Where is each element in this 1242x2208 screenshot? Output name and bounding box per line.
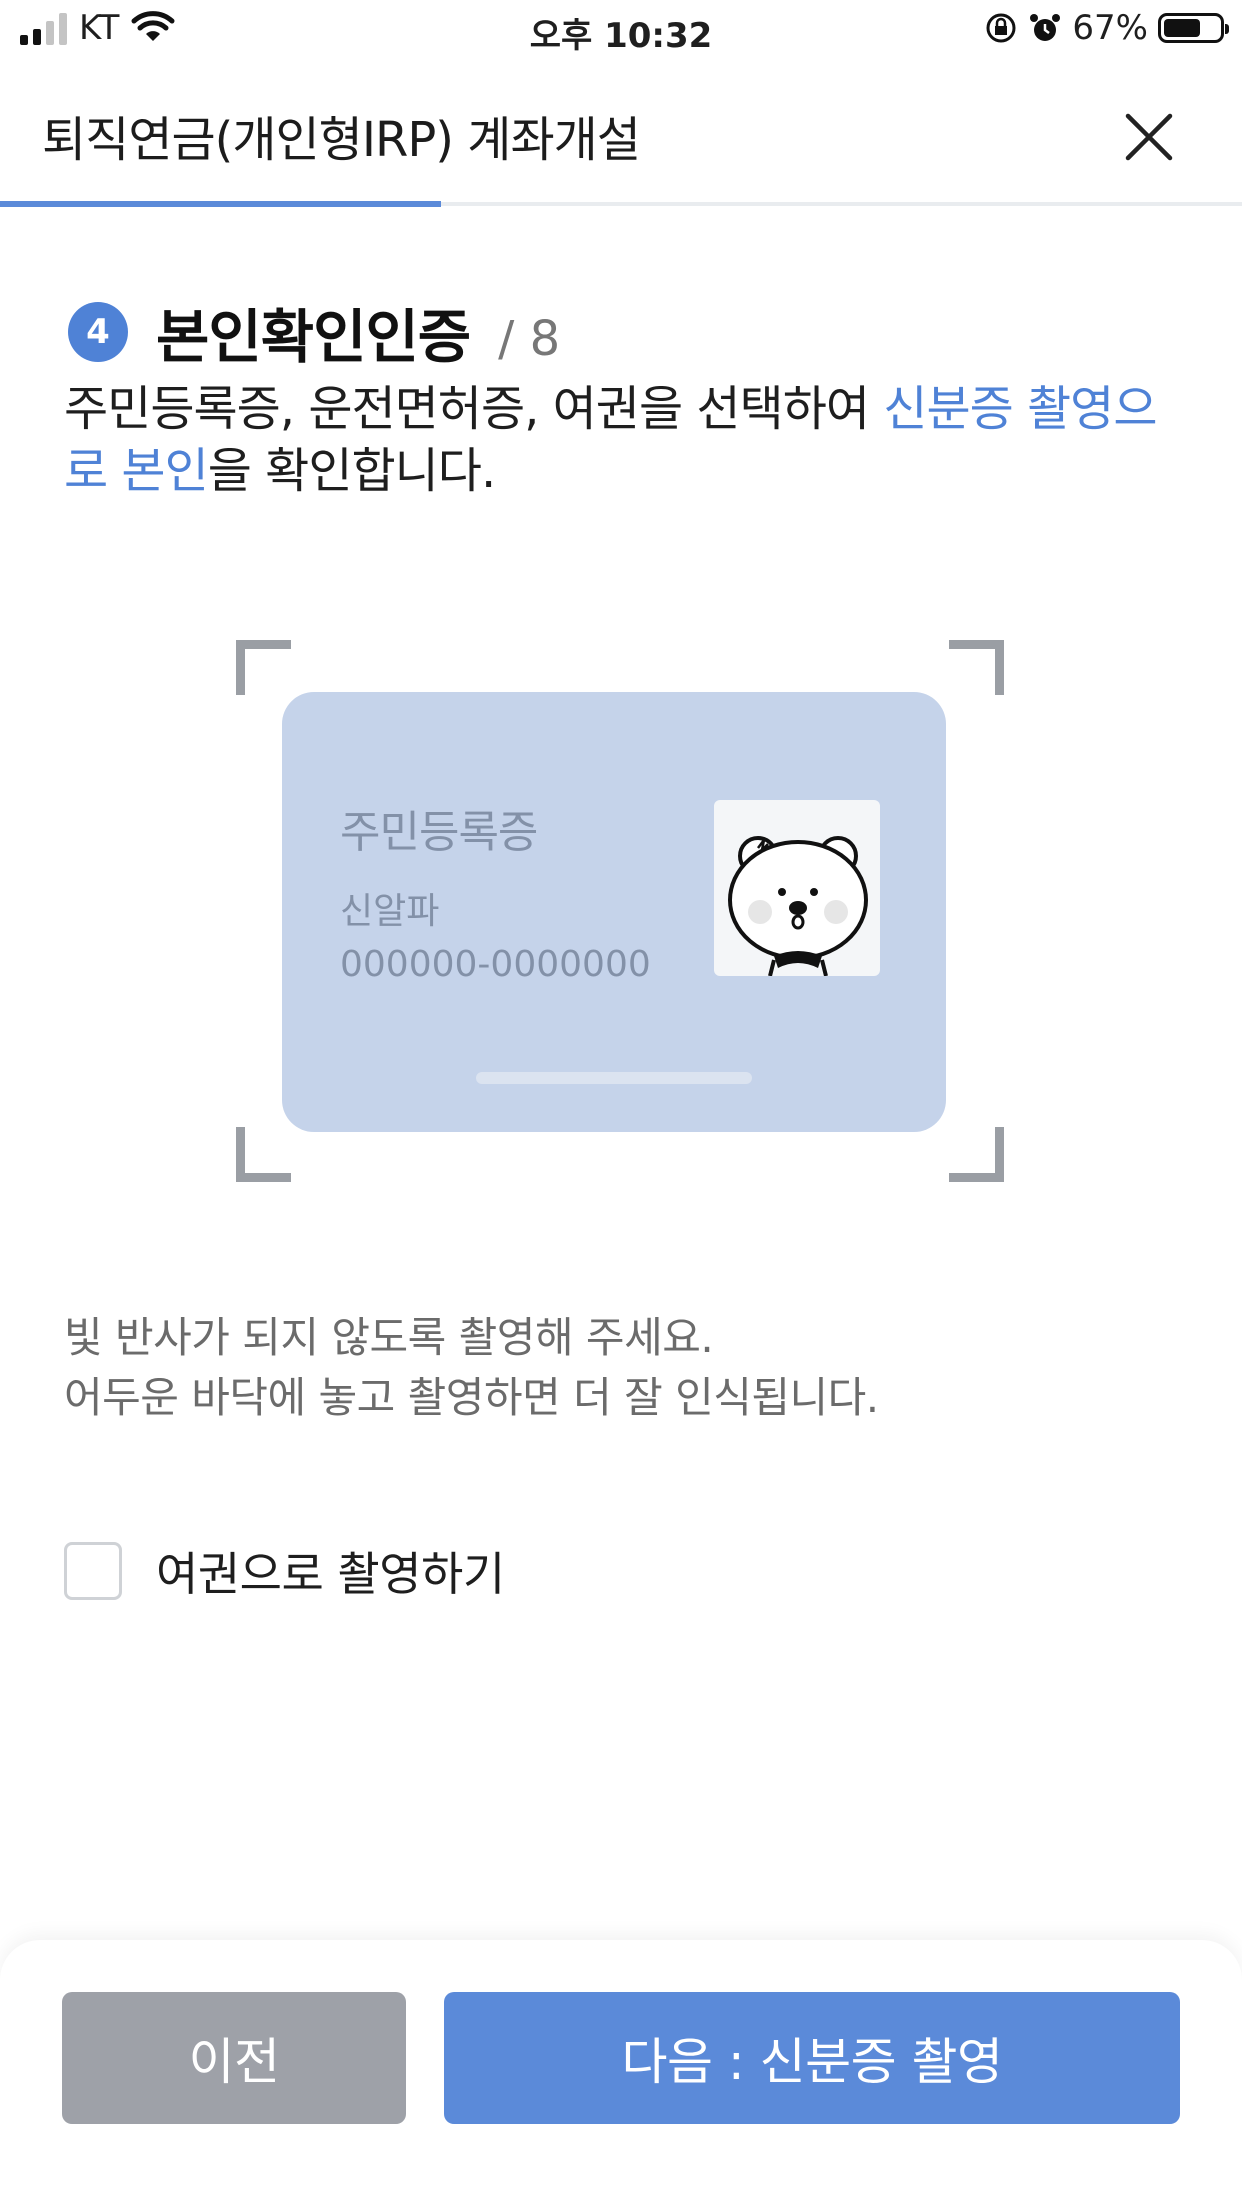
page-title: 퇴직연금(개인형IRP) 계좌개설 <box>42 112 641 168</box>
step-total: / 8 <box>498 311 561 367</box>
card-type-label: 주민등록증 <box>340 807 538 858</box>
step-title: 본인확인인증 <box>156 303 471 371</box>
passport-checkbox[interactable] <box>64 1542 122 1600</box>
tip-line-1: 빛 반사가 되지 않도록 촬영해 주세요. <box>64 1313 714 1362</box>
passport-option-label: 여권으로 촬영하기 <box>156 1547 505 1601</box>
prev-button[interactable]: 이전 <box>62 1992 406 2124</box>
description-text: 주민등록증, 운전면허증, 여권을 선택하여 <box>64 381 884 437</box>
status-bar: KT 오후 10:32 67% <box>0 0 1242 60</box>
step-heading: 4 본인확인인증 / 8 <box>68 290 560 374</box>
tip-line-2: 어두운 바닥에 놓고 촬영하면 더 잘 인식됩니다. <box>64 1373 879 1422</box>
progress-bar <box>0 201 1242 207</box>
description-text-end: 을 확인합니다. <box>207 443 496 499</box>
battery-percent: 67% <box>1072 8 1148 48</box>
step-description: 주민등록증, 운전면허증, 여권을 선택하여 신분증 촬영으로 본인을 확인합니… <box>64 378 1174 502</box>
scan-corner-bottom-left <box>236 1127 291 1182</box>
card-holder-name: 신알파 <box>340 891 440 932</box>
card-id-number: 000000-0000000 <box>340 944 651 985</box>
scan-corner-bottom-right <box>949 1127 1004 1182</box>
id-card-illustration: 주민등록증 신알파 000000-0000000 <box>282 692 946 1132</box>
step-number-badge: 4 <box>68 302 128 362</box>
passport-option[interactable]: 여권으로 촬영하기 <box>64 1538 505 1604</box>
bottom-action-bar: 이전 다음 : 신분증 촬영 <box>0 1940 1242 2208</box>
scan-corner-top-right <box>949 640 1004 695</box>
page-header: 퇴직연금(개인형IRP) 계좌개설 <box>0 80 1242 200</box>
orientation-lock-icon <box>986 13 1016 43</box>
bear-character-icon <box>728 836 868 976</box>
scan-corner-top-left <box>236 640 291 695</box>
close-icon <box>1125 113 1173 161</box>
status-right: 67% <box>984 8 1229 48</box>
capture-tips: 빛 반사가 되지 않도록 촬영해 주세요. 어두운 바닥에 놓고 촬영하면 더 … <box>64 1308 879 1428</box>
card-strip <box>476 1072 752 1084</box>
next-button[interactable]: 다음 : 신분증 촬영 <box>444 1992 1180 2124</box>
alarm-icon <box>1030 14 1061 41</box>
close-button[interactable] <box>1114 102 1184 172</box>
card-photo <box>714 800 880 976</box>
progress-bar-fill <box>0 201 441 207</box>
battery-icon <box>1158 13 1229 43</box>
